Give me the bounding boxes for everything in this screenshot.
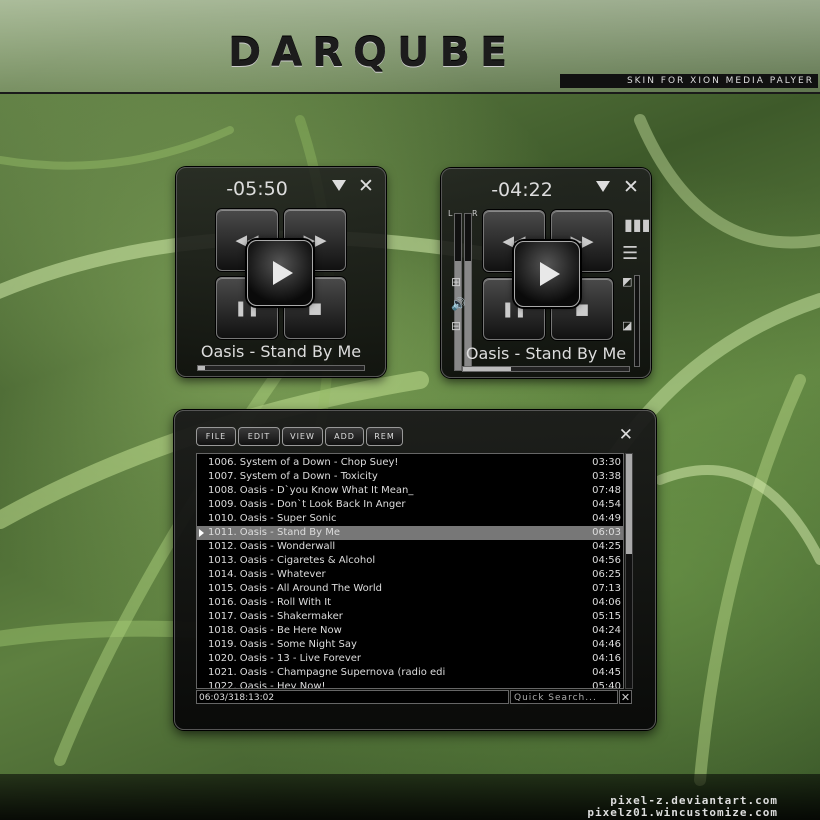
track-title: 1019. Oasis - Some Night Say [208, 639, 357, 650]
table-row[interactable]: 1018. Oasis - Be Here Now 04:24 [197, 624, 623, 638]
menu-add-button[interactable]: ADD [325, 427, 364, 446]
song-title: Oasis - Stand By Me [465, 344, 627, 363]
track-title: 1014. Oasis - Whatever [208, 569, 326, 580]
track-duration: 04:54 [592, 499, 621, 510]
play-icon [539, 262, 560, 286]
track-title: 1006. System of a Down - Chop Suey! [208, 457, 399, 468]
time-display: -05:50 [226, 178, 288, 200]
time-display: -04:22 [491, 179, 553, 201]
track-duration: 07:13 [592, 583, 621, 594]
table-row[interactable]: 1014. Oasis - Whatever 06:25 [197, 568, 623, 582]
header-bar: DARQUBE SKIN FOR XION MEDIA PALYER [0, 0, 820, 94]
track-duration: 06:25 [592, 569, 621, 580]
credit-wincustomize: pixelz01.wincustomize.com [587, 806, 778, 819]
table-row[interactable]: 1011. Oasis - Stand By Me 06:03 [197, 526, 623, 540]
balance-left-label: L [448, 209, 453, 218]
table-row[interactable]: 1017. Oasis - Shakermaker 05:15 [197, 610, 623, 624]
volume-up-icon[interactable]: ⊞ [451, 275, 461, 289]
track-duration: 04:25 [592, 541, 621, 552]
track-duration: 04:06 [592, 597, 621, 608]
track-title: 1013. Oasis - Cigaretes & Alcohol [208, 555, 376, 566]
table-row[interactable]: 1020. Oasis - 13 - Live Forever 04:16 [197, 652, 623, 666]
play-button[interactable] [514, 241, 580, 307]
track-duration: 04:46 [592, 639, 621, 650]
track-title: 1018. Oasis - Be Here Now [208, 625, 342, 636]
track-title: 1015. Oasis - All Around The World [208, 583, 383, 594]
table-row[interactable]: 1013. Oasis - Cigaretes & Alcohol 04:56 [197, 554, 623, 568]
now-playing-icon [199, 529, 204, 537]
track-duration: 04:24 [592, 625, 621, 636]
table-row[interactable]: 1012. Oasis - Wonderwall 04:25 [197, 540, 623, 554]
table-row[interactable]: 1006. System of a Down - Chop Suey! 03:30 [197, 456, 623, 470]
skin-toggle-icon[interactable]: ◩ [622, 275, 632, 288]
track-title: 1007. System of a Down - Toxicity [208, 471, 378, 482]
track-duration: 04:16 [592, 653, 621, 664]
track-duration: 05:40 [592, 681, 621, 689]
balance-right-label: R [472, 209, 478, 218]
menu-view-button[interactable]: VIEW [282, 427, 323, 446]
footer-bar: pixel-z.deviantart.com pixelz01.wincusto… [0, 774, 820, 820]
play-button[interactable] [247, 240, 313, 306]
control-pad: ◀◀ ▶▶ ❚❚ ■ [480, 207, 614, 341]
close-icon[interactable]: ✕ [623, 176, 639, 198]
table-row[interactable]: 1021. Oasis - Champagne Supernova (radio… [197, 666, 623, 680]
menu-edit-button[interactable]: EDIT [238, 427, 280, 446]
track-title: 1021. Oasis - Champagne Supernova (radio… [208, 667, 446, 678]
track-duration: 04:56 [592, 555, 621, 566]
minimize-icon[interactable] [596, 181, 610, 192]
track-duration: 03:38 [592, 471, 621, 482]
table-row[interactable]: 1019. Oasis - Some Night Say 04:46 [197, 638, 623, 652]
mini-player-right: -04:22 ✕ L R ⊞ 🔊 ⊟ ◀◀ ▶▶ ❚❚ ■ ▮▮▮ ☰ ◩ ◪ … [441, 168, 651, 378]
track-duration: 04:45 [592, 667, 621, 678]
table-row[interactable]: 1016. Oasis - Roll With It 04:06 [197, 596, 623, 610]
track-title: 1012. Oasis - Wonderwall [208, 541, 336, 552]
seek-bar-fill [463, 367, 512, 371]
clear-search-icon[interactable]: ✕ [619, 690, 632, 704]
scrollbar-thumb[interactable] [626, 454, 632, 554]
menu-rem-button[interactable]: REM [366, 427, 403, 446]
play-icon [272, 261, 293, 285]
seek-bar[interactable] [462, 366, 630, 372]
control-pad: ◀◀ ▶▶ ❚❚ ■ [213, 206, 347, 340]
track-title: 1008. Oasis - D`you Know What It Mean_ [208, 485, 414, 496]
track-title: 1011. Oasis - Stand By Me [208, 527, 340, 538]
speaker-icon: 🔊 [451, 297, 466, 311]
seek-bar-fill [198, 366, 205, 370]
track-duration: 05:15 [592, 611, 621, 622]
equalizer-icon[interactable]: ▮▮▮ [624, 215, 650, 234]
table-row[interactable]: 1010. Oasis - Super Sonic 04:49 [197, 512, 623, 526]
playlist-icon[interactable]: ☰ [622, 243, 638, 264]
table-row[interactable]: 1008. Oasis - D`you Know What It Mean_ 07… [197, 484, 623, 498]
logo: DARQUBE [228, 30, 518, 76]
track-duration: 06:03 [592, 527, 621, 538]
table-row[interactable]: 1022. Oasis - Hey Now! 05:40 [197, 680, 623, 689]
menu-file-button[interactable]: FILE [196, 427, 236, 446]
track-list[interactable]: 1006. System of a Down - Chop Suey! 03:30… [196, 453, 624, 689]
seek-bar[interactable] [197, 365, 365, 371]
subtitle: SKIN FOR XION MEDIA PALYER [560, 74, 818, 88]
track-duration: 07:48 [592, 485, 621, 496]
track-title: 1016. Oasis - Roll With It [208, 597, 332, 608]
track-title: 1010. Oasis - Super Sonic [208, 513, 337, 524]
mini-player-left: -05:50 ✕ ◀◀ ▶▶ ❚❚ ■ Oasis - Stand By Me [176, 167, 386, 377]
track-duration: 03:30 [592, 457, 621, 468]
scrollbar[interactable] [625, 453, 633, 689]
volume-down-icon[interactable]: ⊟ [451, 319, 461, 333]
track-duration: 04:49 [592, 513, 621, 524]
close-icon[interactable]: ✕ [358, 175, 374, 197]
table-row[interactable]: 1015. Oasis - All Around The World 07:13 [197, 582, 623, 596]
search-input[interactable]: Quick Search... [510, 690, 618, 704]
minimize-icon[interactable] [332, 180, 346, 191]
playlist-window: FILE EDIT VIEW ADD REM ✕ 1006. System of a D… [174, 410, 656, 730]
close-icon[interactable]: ✕ [619, 425, 633, 445]
song-title: Oasis - Stand By Me [200, 342, 362, 361]
status-time: 06:03/318:13:02 [196, 690, 509, 704]
track-title: 1017. Oasis - Shakermaker [208, 611, 343, 622]
table-row[interactable]: 1009. Oasis - Don`t Look Back In Anger 04… [197, 498, 623, 512]
track-title: 1022. Oasis - Hey Now! [208, 681, 326, 689]
track-title: 1009. Oasis - Don`t Look Back In Anger [208, 499, 406, 510]
mini-mode-icon[interactable]: ◪ [622, 319, 632, 332]
table-row[interactable]: 1007. System of a Down - Toxicity 03:38 [197, 470, 623, 484]
track-title: 1020. Oasis - 13 - Live Forever [208, 653, 361, 664]
